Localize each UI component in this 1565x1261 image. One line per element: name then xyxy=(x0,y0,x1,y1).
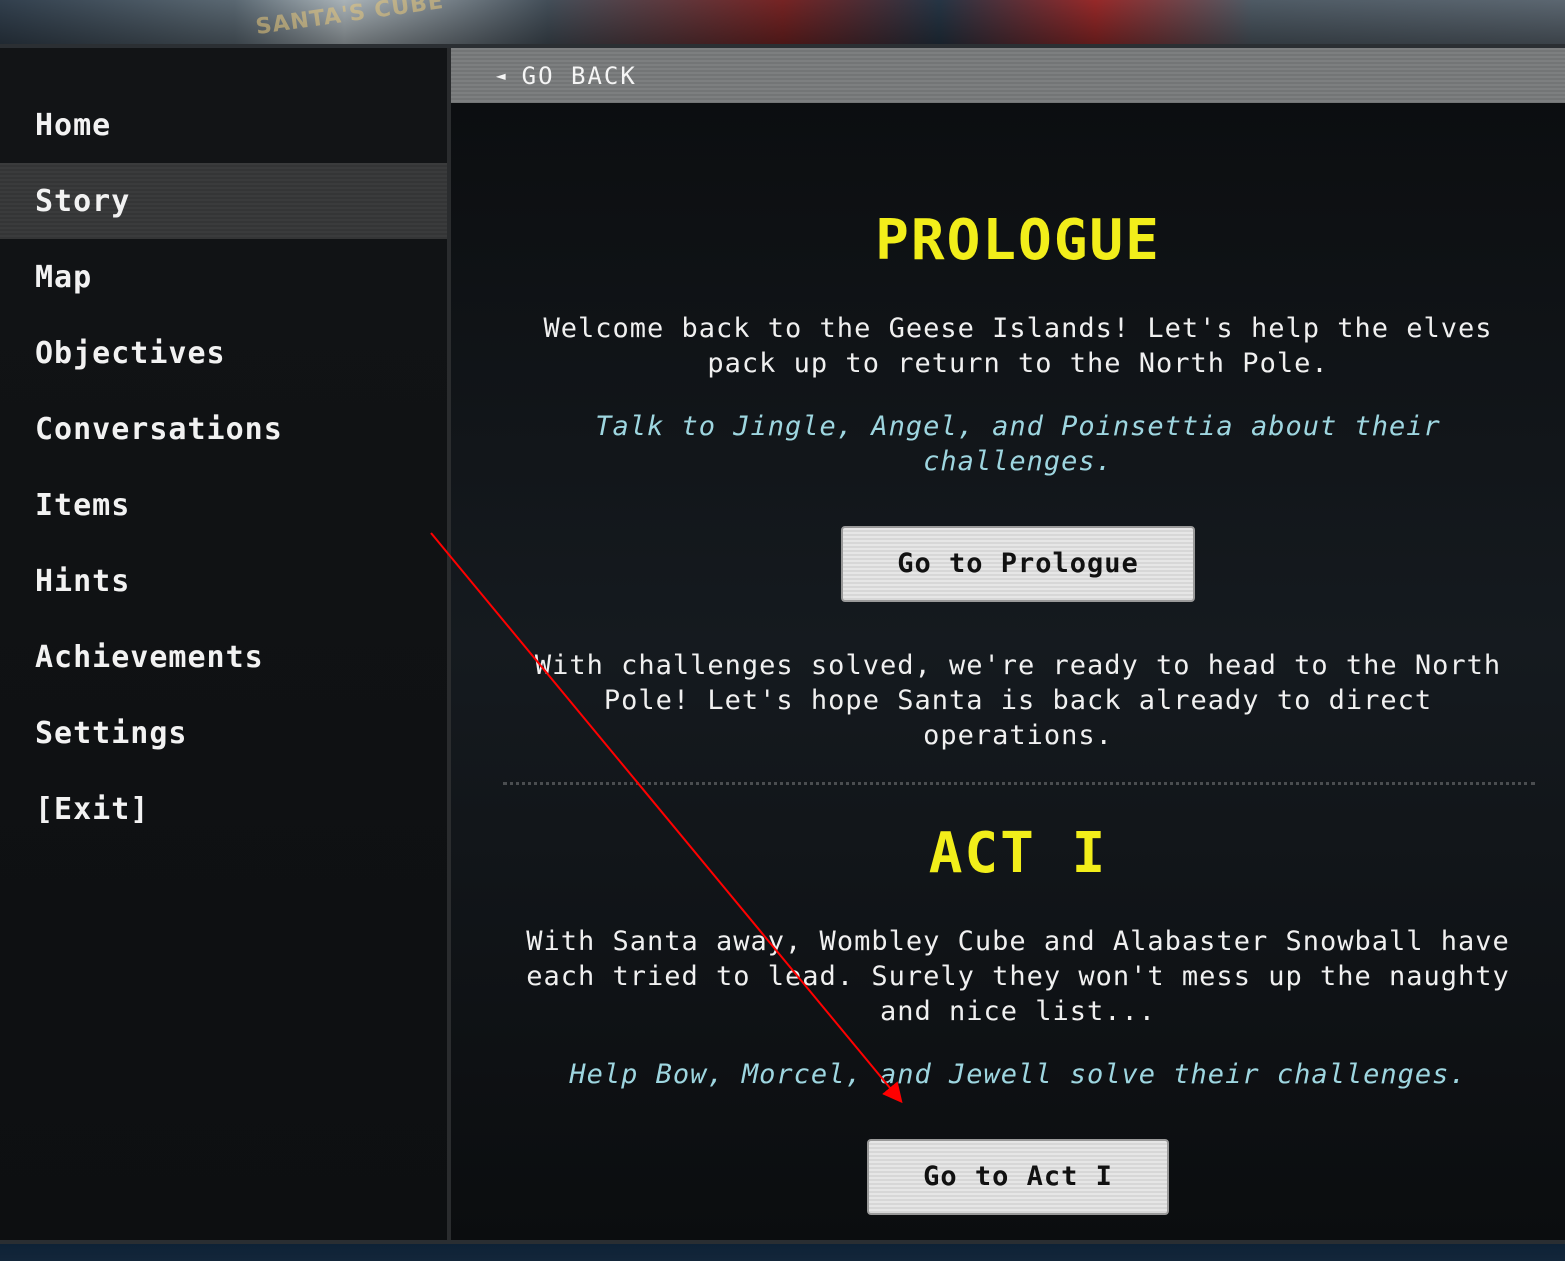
sidebar-item-home[interactable]: Home xyxy=(0,87,447,163)
section-divider xyxy=(503,782,1535,785)
sidebar-item-settings[interactable]: Settings xyxy=(0,695,447,771)
act1-title: ACT I xyxy=(928,821,1108,886)
sidebar-item-objectives[interactable]: Objectives xyxy=(0,315,447,391)
sidebar-item-exit[interactable]: [Exit] xyxy=(0,771,447,847)
act1-intro-wrap: With Santa away, Wombley Cube and Alabas… xyxy=(511,924,1525,1029)
prologue-task: Talk to Jingle, Angel, and Poinsettia ab… xyxy=(595,411,1441,477)
act1-task: Help Bow, Morcel, and Jewell solve their… xyxy=(569,1059,1467,1090)
prologue-outro-wrap: With challenges solved, we're ready to h… xyxy=(521,648,1515,753)
story-panel: ◄ GO BACK PROLOGUE Welcome back to the G… xyxy=(451,48,1565,1240)
go-to-act1-button[interactable]: Go to Act I xyxy=(867,1139,1169,1215)
prologue-intro-wrap: Welcome back to the Geese Islands! Let's… xyxy=(531,311,1505,381)
back-arrow-icon: ◄ xyxy=(496,66,508,85)
prologue-button-wrap: Go to Prologue xyxy=(501,526,1535,602)
bottom-bar xyxy=(0,1240,1565,1261)
sidebar-item-conversations[interactable]: Conversations xyxy=(0,391,447,467)
prologue-task-wrap: Talk to Jingle, Angel, and Poinsettia ab… xyxy=(571,409,1465,479)
go-back-button[interactable]: ◄ GO BACK xyxy=(496,62,637,90)
go-to-prologue-button[interactable]: Go to Prologue xyxy=(841,526,1195,602)
banner-shade xyxy=(0,0,1565,44)
prologue-title: PROLOGUE xyxy=(875,208,1161,273)
top-banner: SANTA'S CUBE xyxy=(0,0,1565,44)
sidebar-item-achievements[interactable]: Achievements xyxy=(0,619,447,695)
act1-task-wrap: Help Bow, Morcel, and Jewell solve their… xyxy=(501,1057,1535,1092)
prologue-outro: With challenges solved, we're ready to h… xyxy=(534,650,1502,751)
sidebar-item-story[interactable]: Story xyxy=(0,163,447,239)
sidebar-item-items[interactable]: Items xyxy=(0,467,447,543)
act1-title-wrap: ACT I xyxy=(501,821,1535,886)
sidebar-nav: Home Story Map Objectives Conversations … xyxy=(0,48,451,1240)
header-bar: ◄ GO BACK xyxy=(451,48,1565,103)
prologue-title-wrap: PROLOGUE xyxy=(501,208,1535,273)
sidebar-item-hints[interactable]: Hints xyxy=(0,543,447,619)
act1-intro: With Santa away, Wombley Cube and Alabas… xyxy=(526,926,1510,1027)
sidebar-item-map[interactable]: Map xyxy=(0,239,447,315)
act1-button-wrap: Go to Act I xyxy=(501,1139,1535,1215)
go-back-label: GO BACK xyxy=(521,61,637,90)
prologue-intro: Welcome back to the Geese Islands! Let's… xyxy=(543,313,1493,379)
